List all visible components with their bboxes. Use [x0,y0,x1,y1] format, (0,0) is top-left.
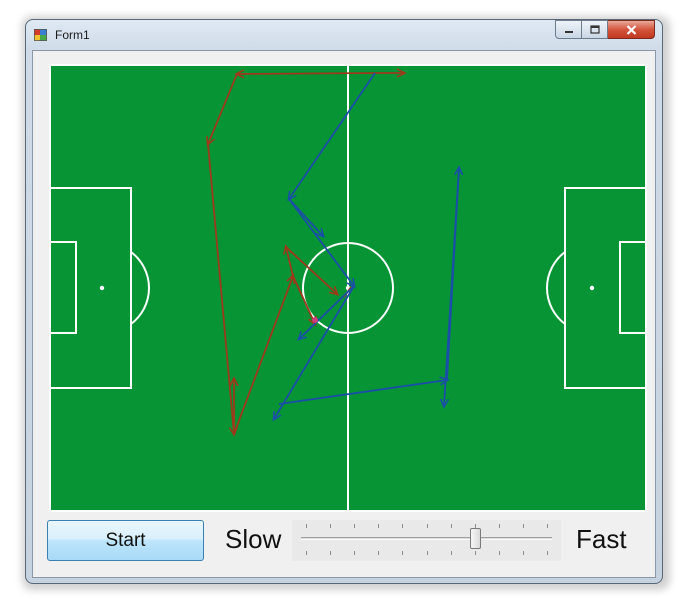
slider-tick [426,524,428,528]
fast-label: Fast [576,524,627,554]
slider-tick [522,524,524,528]
maximize-button[interactable] [582,20,608,39]
slider-tick [378,551,380,555]
slow-label: Slow [225,524,282,554]
slider-tick [522,551,524,555]
slider-tick [450,524,452,528]
slider-thumb[interactable] [469,528,481,549]
slider-tick [426,551,428,555]
slider-track [301,537,552,540]
slider-tick [330,524,332,528]
app-form-icon [34,29,47,41]
window-title: Form1 [55,28,90,42]
slider-tick [354,551,356,555]
slider-tick [402,524,404,528]
speed-slider[interactable] [292,520,561,561]
football-pitch [49,64,647,512]
maximize-icon [589,25,600,34]
slider-tick [330,551,332,555]
slider-tick [450,551,452,555]
left-penalty-spot [99,285,105,291]
title-bar[interactable]: Form1 [26,20,662,50]
app-window: Form1 Start Slow Fast [25,19,663,584]
slider-tick [306,524,307,528]
slider-tick [306,551,307,555]
slider-tick [498,551,500,555]
slider-tick [354,524,356,528]
slider-tick [474,551,476,555]
ball-marker [312,317,318,323]
start-button[interactable]: Start [47,520,204,561]
close-button[interactable] [608,20,655,39]
slider-tick [498,524,500,528]
right-penalty-spot [589,285,595,291]
minimize-button[interactable] [555,20,582,39]
window-controls [555,20,655,40]
slider-tick [547,551,548,555]
client-area: Start Slow Fast [32,50,656,578]
slider-tick [402,551,404,555]
slider-tick [547,524,548,528]
minimize-icon [564,30,573,33]
close-icon [626,24,636,35]
slider-tick [378,524,380,528]
start-button-label: Start [105,529,146,551]
